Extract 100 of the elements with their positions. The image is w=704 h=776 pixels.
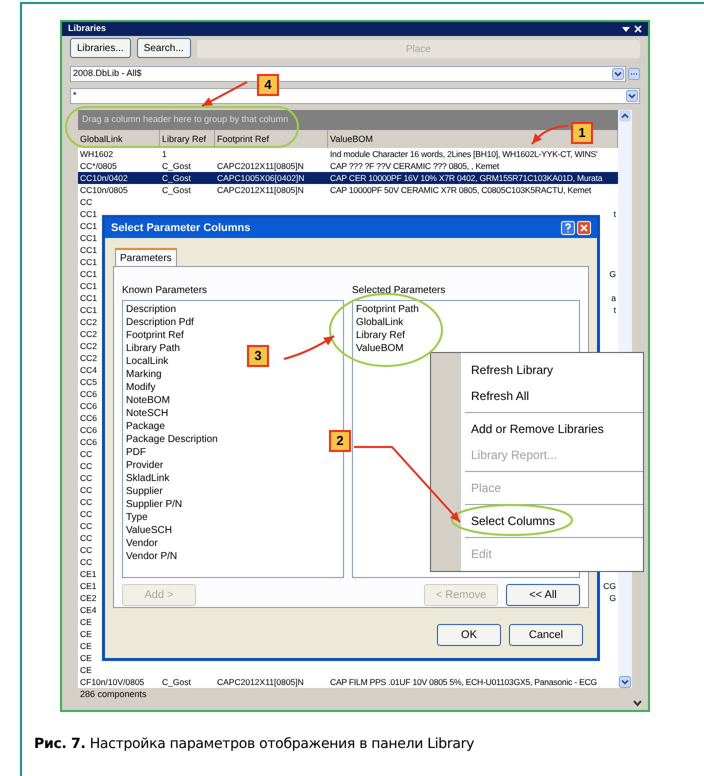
table-cell-text: C_Gost (161, 678, 192, 686)
list-item[interactable]: NoteBOM (126, 394, 170, 407)
dialog-button[interactable]: OK (437, 624, 501, 646)
table-cell-text: CC (79, 546, 94, 554)
list-label: Selected Parameters (352, 284, 446, 298)
list-item[interactable]: ValueBOM (356, 342, 404, 355)
table-row[interactable]: CC10n/0402 C_Gost CAPC1005X06[0402]N CAP CER 10000PF 16V 10% X7R 0402, GRM155R71C103KA01D, Murata (78, 172, 618, 184)
list-item[interactable]: Supplier (126, 485, 163, 498)
filter-combo[interactable]: * (70, 88, 640, 104)
list-item[interactable]: Description Pdf (126, 316, 194, 329)
table-cell-text: CC10n/0805 (79, 186, 129, 194)
list-item[interactable]: Marking (126, 368, 162, 381)
table-cell-text: CE4 (79, 606, 98, 614)
table-cell-text: CE (79, 618, 93, 626)
table-cell-text: CC (79, 462, 94, 470)
list-item[interactable]: SkladLink (126, 472, 170, 485)
list-item[interactable]: Supplier P/N (126, 498, 182, 511)
list-item[interactable]: Modify (126, 381, 156, 394)
list-item[interactable]: Description (126, 303, 176, 316)
table-cell-text: CC2 (79, 342, 98, 350)
table-cell-text: CE (79, 642, 93, 650)
table-cell-text: C_Gost (161, 174, 192, 182)
dialog-tab[interactable]: Parameters (115, 248, 177, 266)
table-cell-text: CC*/0805 (79, 162, 118, 170)
list-item[interactable]: Vendor (126, 537, 158, 550)
table-cell-text: CAP ??? ?F ??V CERAMIC ??? 0805, , Kemet (329, 162, 500, 170)
callout-number: 4 (257, 74, 279, 96)
table-cell-text: CAP 10000PF 50V CERAMIC X7R 0805, C0805C103K5RACTU, Kemet (329, 186, 592, 194)
menu-item[interactable]: Add or Remove Libraries (461, 416, 643, 442)
table-cell-text: CE1 (79, 582, 98, 590)
toolbar-button[interactable]: Libraries... (70, 38, 131, 58)
list-item[interactable]: ValueSCH (126, 524, 172, 537)
table-cell-text: CE1 (79, 570, 98, 578)
list-item[interactable]: Provider (126, 459, 164, 472)
table-cell-text: CC (79, 486, 94, 494)
callout-number: 2 (329, 430, 351, 452)
table-cell-text: CC5 (79, 378, 98, 386)
table-cell-text: CC (79, 522, 94, 530)
table-cell-text: CC2 (79, 318, 98, 326)
list-item[interactable]: Footprint Ref (126, 329, 184, 342)
table-cell-text: t (614, 306, 617, 314)
list-item[interactable]: NoteSCH (126, 407, 168, 420)
toolbar-button[interactable]: Search... (136, 38, 191, 58)
table-cell-text: CC6 (79, 438, 98, 446)
table-cell-text: CC1 (79, 258, 98, 266)
table-cell-text: CC1 (79, 294, 98, 302)
menu-item[interactable]: Refresh Library (461, 357, 643, 383)
table-cell-text: CC (79, 558, 94, 566)
table-cell-text: CE (79, 666, 93, 674)
table-cell-text: CC (79, 498, 94, 506)
table-cell-text: CC2 (79, 354, 98, 362)
list-item[interactable]: Package Description (126, 433, 218, 446)
table-cell-text: CC6 (79, 390, 98, 398)
table-cell-text: CC6 (79, 426, 98, 434)
table-cell-text: WH1602 (79, 150, 114, 158)
list-item[interactable]: GlobalLink (356, 316, 404, 329)
table-cell-text: CC10n/0402 (79, 174, 129, 182)
table-cell-text: CC1 (79, 210, 98, 218)
table-cell-text: C_Gost (161, 186, 192, 194)
list-label: Known Parameters (122, 284, 208, 298)
list-item[interactable]: Vendor P/N (126, 550, 178, 563)
list-item[interactable]: Type (126, 511, 148, 524)
table-cell-text: CC (79, 510, 94, 518)
table-cell-text: CC2 (79, 330, 98, 338)
table-cell-text: G (609, 594, 617, 602)
list-item[interactable]: Package (126, 420, 165, 433)
menu-item[interactable]: Select Columns (461, 508, 643, 534)
list-item[interactable]: Library Path (126, 342, 180, 355)
dialog-button[interactable]: << All (506, 584, 580, 606)
table-cell-text: CC (79, 198, 94, 206)
table-cell-text: CC (79, 474, 94, 482)
list-item[interactable]: Library Ref (356, 329, 405, 342)
table-cell-text: a (611, 294, 617, 302)
table-cell-text: CG (603, 582, 617, 590)
panel-title: Libraries (68, 22, 106, 36)
table-cell-text: CAPC2012X11[0805]N (216, 678, 305, 686)
table-cell-text: CE (79, 654, 93, 662)
table-cell-text: CC4 (79, 366, 98, 374)
table-cell-text: t (614, 210, 617, 218)
menu-item[interactable]: Refresh All (461, 383, 643, 409)
table-cell-text: CAP CER 10000PF 16V 10% X7R 0402, GRM155R71C103KA01D, Murata (329, 174, 604, 182)
table-cell-text: Ind module Character 16 words, 2Lines [BH10], WH1602L-YYK-CT, WINS' (329, 150, 598, 158)
table-cell-text: CC6 (79, 414, 98, 422)
table-cell-text: CC1 (79, 234, 98, 242)
table-cell-text: CC1 (79, 282, 98, 290)
callout-number: 3 (247, 345, 269, 367)
figure-caption: Рис. 7. Настройка параметров отображения в панели Library (34, 735, 476, 754)
table-cell-text: CAPC2012X11[0805]N (216, 162, 305, 170)
list-item[interactable]: PDF (126, 446, 146, 459)
list-item[interactable]: Footprint Path (356, 303, 419, 316)
table-cell-text: CF10n/10V/0805 (79, 678, 146, 686)
table-cell-text: CC1 (79, 306, 98, 314)
dialog-title: Select Parameter Columns (111, 220, 250, 236)
list-item[interactable]: LocalLink (126, 355, 168, 368)
table-cell-text: CC (79, 534, 94, 542)
dialog-button[interactable]: Cancel (509, 624, 583, 646)
callout-number: 1 (571, 122, 593, 144)
group-by-hint: Drag a column header here to group by that column (82, 113, 288, 126)
table-cell-text: 1 (161, 150, 168, 158)
table-cell-text: CC6 (79, 402, 98, 410)
